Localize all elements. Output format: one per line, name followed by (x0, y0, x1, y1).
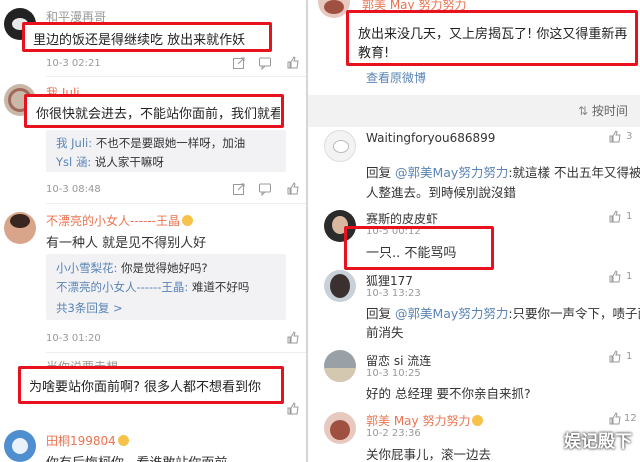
comment-timestamp: 10-2 23:36 (366, 428, 421, 439)
sort-icon: ⇅ (578, 104, 592, 118)
like-count: 12 (624, 413, 637, 424)
comment-timestamp: 10-3 08:48 (46, 184, 101, 195)
share-icon[interactable] (232, 182, 246, 196)
right-comment-panel: 郭美 May 努力努力 放出来没几天，又上房揭瓦了! 你这又得重新再 教育! 查… (308, 0, 640, 462)
comment-text-line: 回复 @郭美May努力努力:就這樣 不出五年又得被 (366, 165, 640, 180)
comment-username[interactable]: Waitingforyou686899 (366, 131, 495, 145)
emoji-badge-icon (472, 415, 484, 426)
avatar[interactable] (324, 350, 356, 382)
comment-timestamp: 10-3 01:20 (46, 333, 101, 344)
share-icon[interactable] (232, 56, 246, 70)
view-original-link[interactable]: 查看原微博 (366, 69, 426, 86)
comment-text-line: 回复 @郭美May努力努力:只要你一声令下，啧子面 (366, 306, 640, 321)
comment-text-line: 人整進去。到時候別說沒錯 (366, 185, 517, 200)
comment-username[interactable]: 田桐199804 (46, 432, 129, 449)
comment-timestamp: 10-3 02:21 (46, 58, 101, 69)
comment-icon[interactable] (258, 56, 272, 70)
like-icon[interactable] (608, 130, 622, 144)
left-comment-panel: 和平漫再哥 里边的饭还是得继续吃 放出来就作妖 10-3 02:21 我 Jul… (0, 0, 306, 462)
divider (46, 76, 306, 77)
comment-username[interactable]: 留恋 si 流连 (366, 352, 431, 369)
comment-username[interactable]: 狐狸177 (366, 272, 413, 289)
divider (46, 203, 306, 204)
comment-text: 你有后悔柯你 . 看谁敢站你面前 (46, 452, 227, 462)
reply-line[interactable]: 不漂亮的小女人------王晶: 难道不好吗 (56, 279, 249, 295)
like-count: 1 (626, 351, 633, 362)
comment-text: 有一种人 就是见不得别人好 (46, 236, 207, 251)
avatar[interactable] (324, 270, 356, 302)
like-icon[interactable] (608, 210, 622, 224)
divider (46, 352, 306, 353)
comment-icon[interactable] (258, 182, 272, 196)
comment-timestamp: 10-3 13:23 (366, 288, 421, 299)
like-icon[interactable] (608, 350, 622, 364)
like-icon[interactable] (286, 331, 300, 345)
more-replies-link[interactable]: 共3条回复 > (56, 300, 123, 316)
comment-text: 为啥要站你面前啊? 很多人都不想看到你 (29, 380, 262, 395)
avatar[interactable] (324, 412, 356, 444)
sort-label: 按时间 (591, 104, 628, 118)
avatar[interactable] (4, 430, 36, 462)
comment-username[interactable]: 不漂亮的小女人------王晶 (46, 212, 193, 229)
like-count: 3 (626, 131, 633, 142)
avatar[interactable] (324, 130, 356, 162)
comment-timestamp: 10-3 10:25 (366, 368, 421, 379)
comment-text: 你很快就会进去，不能站你面前，我们就看 (36, 107, 280, 122)
comment-username[interactable]: 赛斯的皮皮虾 (366, 210, 438, 227)
comment-text-line: 前消失 (366, 325, 404, 340)
like-icon[interactable] (286, 56, 300, 70)
like-count: 1 (626, 211, 633, 222)
emoji-badge-icon (181, 215, 193, 226)
comment-text: 好的 总经理 要不你亲自来抓? (366, 386, 531, 401)
post-text-line: 教育! (358, 46, 390, 61)
like-icon[interactable] (286, 402, 300, 416)
emoji-badge-icon (117, 435, 129, 446)
comment-username[interactable]: 郭美 May 努力努力 (366, 412, 484, 429)
comment-text: 关你屁事儿，滚一边去 (366, 447, 492, 462)
reply-line[interactable]: 我 Juli: 不也不是要跟她一样呀，加油 (56, 135, 245, 151)
like-icon[interactable] (608, 412, 622, 426)
mention-link[interactable]: @郭美May努力努力 (395, 306, 508, 321)
comment-text: 一只.. 不能骂吗 (366, 246, 457, 261)
reply-line[interactable]: 小小雪梨花: 你是觉得她好吗? (56, 260, 208, 276)
comment-text: 里边的饭还是得继续吃 放出来就作妖 (33, 33, 246, 48)
like-icon[interactable] (286, 182, 300, 196)
like-count: 1 (626, 271, 633, 282)
watermark: 娱记殿下 (564, 432, 632, 452)
mention-link[interactable]: @郭美May努力努力 (395, 165, 508, 180)
sort-toggle[interactable]: ⇅ 按时间 (578, 102, 628, 119)
reply-line[interactable]: Ysl 涵: 说人家干嘛呀 (56, 154, 164, 170)
post-text-line: 放出来没几天，又上房揭瓦了! 你这又得重新再 (358, 27, 628, 42)
avatar[interactable] (4, 212, 36, 244)
like-icon[interactable] (608, 270, 622, 284)
